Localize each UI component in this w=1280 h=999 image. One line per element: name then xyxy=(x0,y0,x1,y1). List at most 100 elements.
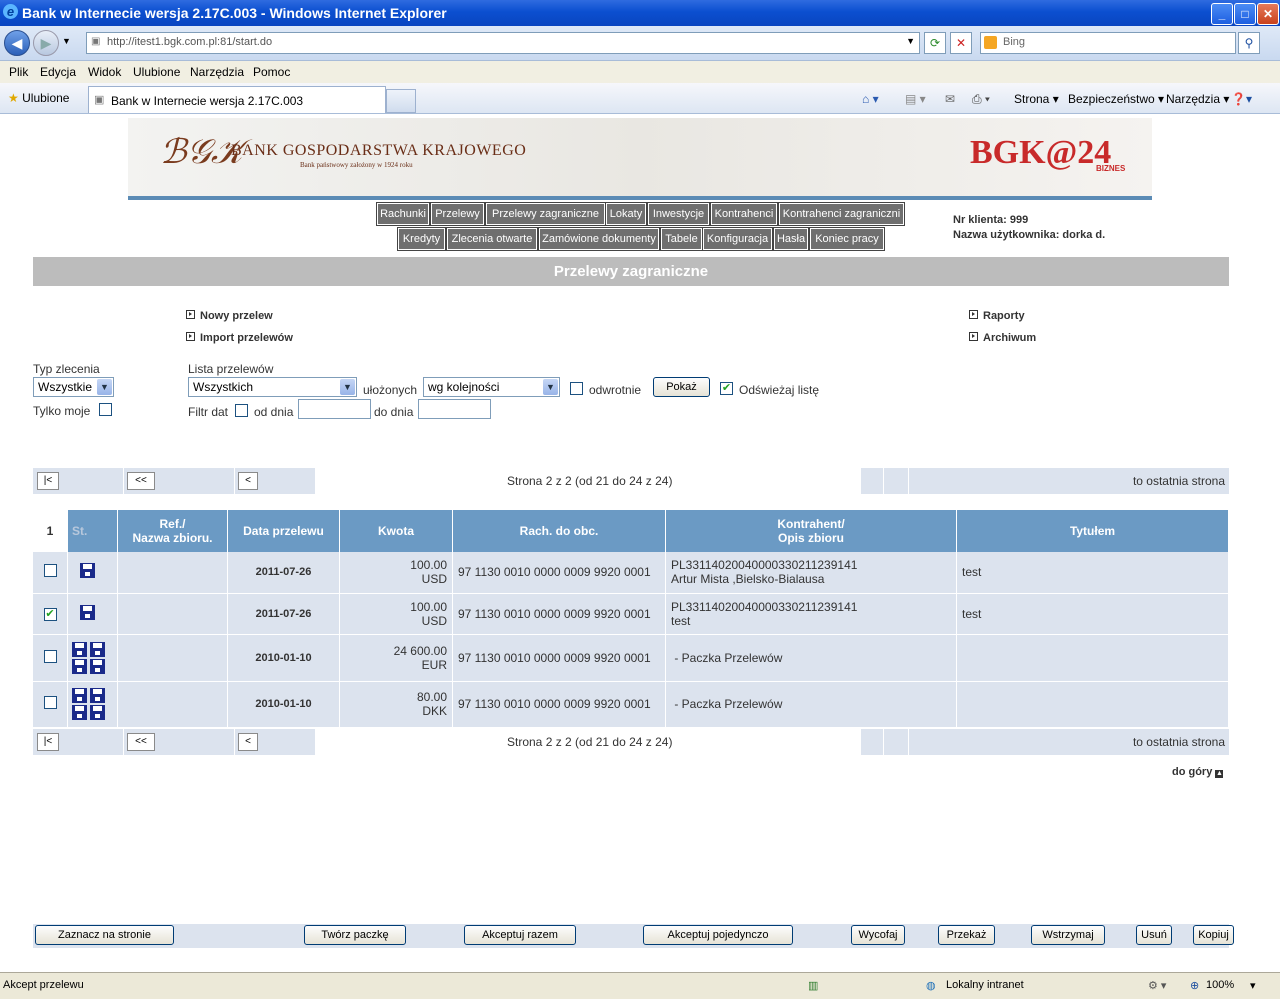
transfer-list-select[interactable]: Wszystkich ▼ xyxy=(188,377,357,397)
nav-lokaty[interactable]: Lokaty xyxy=(606,203,646,225)
delete-button[interactable]: Usuń xyxy=(1136,925,1172,945)
prev-pages-button[interactable]: << xyxy=(127,733,155,751)
home-icon[interactable]: ⌂ ▾ xyxy=(862,92,879,106)
floppy-disk-icon[interactable] xyxy=(72,688,87,703)
import-transfers-link[interactable]: Import przelewów xyxy=(186,332,293,344)
nav-przelewy-zagraniczne[interactable]: Przelewy zagraniczne xyxy=(486,203,605,225)
withdraw-button[interactable]: Wycofaj xyxy=(851,925,905,945)
close-button[interactable]: ✕ xyxy=(1257,3,1279,25)
row-checkbox[interactable] xyxy=(43,564,57,578)
date-header[interactable]: Data przelewu xyxy=(227,510,340,552)
history-dropdown-icon[interactable]: ▼ xyxy=(62,36,71,46)
tools-menu[interactable]: Narzędzia ▾ xyxy=(1166,92,1229,106)
stop-icon[interactable]: ✕ xyxy=(950,32,972,54)
menu-edycja[interactable]: Edycja xyxy=(40,65,76,79)
zoom-icon[interactable]: ⊕ xyxy=(1190,979,1199,992)
order-type-select[interactable]: Wszystkie ▼ xyxy=(33,377,114,397)
forward-icon[interactable]: ▶ xyxy=(33,30,59,56)
prev-page-button[interactable]: < xyxy=(238,472,258,490)
amount-header[interactable]: Kwota xyxy=(339,510,453,552)
nav-kontrahenci-zagraniczni[interactable]: Kontrahenci zagraniczni xyxy=(779,203,904,225)
reverse-checkbox[interactable] xyxy=(570,382,583,395)
search-icon[interactable]: ⚲ xyxy=(1238,32,1260,54)
print-icon[interactable]: ⎙ ▾ xyxy=(972,92,990,107)
to-top-link[interactable]: do góry ▲ xyxy=(1172,766,1224,778)
nav-inwestycje[interactable]: Inwestycje xyxy=(648,203,709,225)
prev-page-button[interactable]: < xyxy=(238,733,258,751)
select-all-header[interactable]: 1 xyxy=(33,510,68,552)
maximize-button[interactable]: □ xyxy=(1234,3,1256,25)
menu-widok[interactable]: Widok xyxy=(88,65,121,79)
table-row[interactable]: 2010-01-10 24 600.00 EUR 97 1130 0010 000… xyxy=(33,634,1229,682)
nav-tabele[interactable]: Tabele xyxy=(661,228,702,250)
archive-link[interactable]: Archiwum xyxy=(969,332,1036,344)
contractor-header[interactable]: Kontrahent/ Opis zbioru xyxy=(665,510,957,552)
floppy-disk-icon[interactable] xyxy=(80,604,95,620)
nav-hasla[interactable]: Hasła xyxy=(774,228,808,250)
first-page-button[interactable]: |< xyxy=(37,733,59,751)
nav-kredyty[interactable]: Kredyty xyxy=(398,228,445,250)
help-icon[interactable]: ❓▾ xyxy=(1231,92,1252,106)
minimize-button[interactable]: _ xyxy=(1211,3,1233,25)
reports-link[interactable]: Raporty xyxy=(969,310,1025,322)
nav-kontrahenci[interactable]: Kontrahenci xyxy=(711,203,777,225)
row-checkbox[interactable]: ✔ xyxy=(43,608,57,621)
refresh-list-checkbox[interactable]: ✔ xyxy=(720,382,733,395)
floppy-disk-icon[interactable] xyxy=(72,658,87,674)
zoom-level[interactable]: 100% xyxy=(1206,979,1234,991)
nav-zamowione-dokumenty[interactable]: Zamówione dokumenty xyxy=(539,228,659,250)
floppy-disk-icon[interactable] xyxy=(90,705,106,720)
floppy-disk-icon[interactable] xyxy=(90,641,106,657)
status-header[interactable]: St. xyxy=(67,510,118,552)
page-menu[interactable]: Strona ▾ xyxy=(1014,92,1059,106)
floppy-disk-icon[interactable] xyxy=(90,688,106,703)
accept-individually-button[interactable]: Akceptuj pojedynczo xyxy=(643,925,793,945)
nav-rachunki[interactable]: Rachunki xyxy=(377,203,429,225)
feeds-icon[interactable]: ▤ ▾ xyxy=(905,92,926,106)
ref-header[interactable]: Ref./ Nazwa zbioru. xyxy=(117,510,228,552)
floppy-disk-icon[interactable] xyxy=(72,705,87,720)
back-icon[interactable]: ◀ xyxy=(4,30,30,56)
accept-together-button[interactable]: Akceptuj razem xyxy=(464,925,576,945)
protected-mode-icon[interactable]: ⚙ ▾ xyxy=(1148,979,1166,992)
nav-konfiguracja[interactable]: Konfiguracja xyxy=(703,228,772,250)
nav-przelewy[interactable]: Przelewy xyxy=(431,203,484,225)
to-date-input[interactable] xyxy=(418,399,491,419)
nav-zlecenia-otwarte[interactable]: Zlecenia otwarte xyxy=(447,228,537,250)
first-page-button[interactable]: |< xyxy=(37,472,59,490)
account-header[interactable]: Rach. do obc. xyxy=(452,510,666,552)
show-button[interactable]: Pokaż xyxy=(653,377,710,397)
new-tab-button[interactable] xyxy=(386,89,416,113)
floppy-disk-icon[interactable] xyxy=(90,658,106,674)
address-input[interactable]: ▣ http://itest1.bgk.com.pl:81/start.do ▼ xyxy=(86,32,920,54)
copy-button[interactable]: Kopiuj xyxy=(1193,925,1234,945)
browser-tab[interactable]: ▣ Bank w Internecie wersja 2.17C.003 xyxy=(88,86,386,113)
favorites-button[interactable]: ★ Ulubione xyxy=(8,91,69,105)
title-header[interactable]: Tytułem xyxy=(956,510,1229,552)
table-row[interactable]: ✔ 2011-07-26 100.00 USD 97 1130 0010 0000… xyxy=(33,593,1229,635)
select-on-page-button[interactable]: Zaznacz na stronie xyxy=(35,925,174,945)
safety-menu[interactable]: Bezpieczeństwo ▾ xyxy=(1068,92,1164,106)
search-input[interactable]: Bing xyxy=(980,32,1236,54)
only-mine-checkbox[interactable] xyxy=(99,403,112,416)
table-row[interactable]: 2010-01-10 80.00 DKK 97 1130 0010 0000 00… xyxy=(33,681,1229,728)
menu-pomoc[interactable]: Pomoc xyxy=(253,65,290,79)
forward-button[interactable]: Przekaż xyxy=(938,925,995,945)
row-checkbox[interactable] xyxy=(43,696,57,709)
prev-pages-button[interactable]: << xyxy=(127,472,155,490)
floppy-disk-icon[interactable] xyxy=(80,563,95,579)
url-dropdown-icon[interactable]: ▼ xyxy=(906,36,915,46)
date-filter-checkbox[interactable] xyxy=(235,404,248,417)
sort-order-select[interactable]: wg kolejności ▼ xyxy=(423,377,560,397)
row-checkbox[interactable] xyxy=(43,649,57,663)
suspend-button[interactable]: Wstrzymaj xyxy=(1031,925,1105,945)
nav-koniec-pracy[interactable]: Koniec pracy xyxy=(810,228,884,250)
zoom-dropdown-icon[interactable]: ▾ xyxy=(1250,979,1256,992)
create-package-button[interactable]: Twórz paczkę xyxy=(304,925,406,945)
menu-narzedzia[interactable]: Narzędzia xyxy=(190,65,244,79)
new-transfer-link[interactable]: Nowy przelew xyxy=(186,310,273,322)
table-row[interactable]: 2011-07-26 100.00 USD 97 1130 0010 0000 0… xyxy=(33,552,1229,594)
refresh-icon[interactable]: ⟳ xyxy=(924,32,946,54)
menu-ulubione[interactable]: Ulubione xyxy=(133,65,180,79)
menu-plik[interactable]: Plik xyxy=(9,65,28,79)
